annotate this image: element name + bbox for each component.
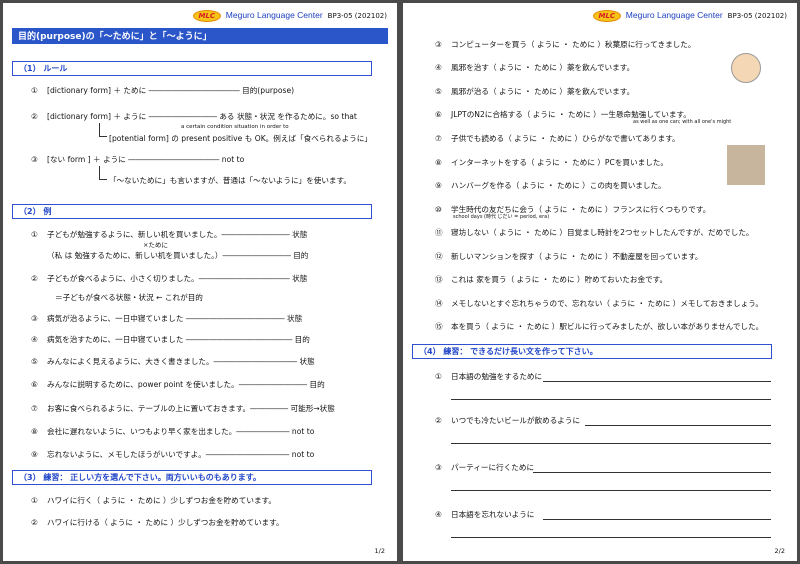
- practice-item: ⑬ これは 家を買う（ ように ・ ために ）貯めておいたお金です。: [435, 275, 668, 284]
- rule-2-note: [potential form] の present positive も OK…: [109, 134, 372, 143]
- rule-1: ① [dictionary form] ＋ ために ―――――――――――― 目的…: [31, 86, 295, 95]
- answer-line[interactable]: [451, 537, 771, 538]
- practice-item: ⑨ ハンバーグを作る（ ように ・ ために ）この肉を買いました。: [435, 181, 666, 190]
- document-code: BP3-05 (202102): [327, 11, 387, 20]
- answer-line[interactable]: [451, 443, 771, 444]
- example-1b: （私 は 勉強するために、新しい机を買いました。）――――――――― 目的: [47, 251, 309, 260]
- practice-item: ③ コンピューターを買う（ ように ・ ために ）秋葉原に行ってきました。: [435, 40, 696, 49]
- writing-4: ④ 日本語を忘れないように: [435, 510, 535, 519]
- rule-3-note: 「～ないために」も言いますが、普通は「～ないように」を使います。: [109, 176, 351, 185]
- page-2: MLC Meguro Language Center BP3-05 (20210…: [403, 3, 797, 561]
- answer-line[interactable]: [543, 519, 771, 520]
- example-7: ⑦ お客に食べられるように、テーブルの上に置いておきます。――――― 可能形→状態: [31, 404, 335, 413]
- gloss: as well as one can; with all one's might: [633, 119, 732, 125]
- rule-3: ③ [ない form ] ＋ ように ―――――――――――― not to: [31, 155, 245, 164]
- answer-line[interactable]: [585, 425, 771, 426]
- example-8: ⑧ 会社に遅れないように、いつもより早く家を出ました。――――――― not to: [31, 427, 315, 436]
- practice-1: ① ハワイに行く（ ように ・ ために ）少しずつお金を貯めています。: [31, 496, 276, 505]
- rule-2-gloss: a certain condition situation in order t…: [181, 124, 289, 130]
- answer-line[interactable]: [451, 490, 771, 491]
- answer-line[interactable]: [451, 399, 771, 400]
- answer-line[interactable]: [543, 381, 771, 382]
- section-writing: （4） 練習： できるだけ長い文を作って下さい。: [412, 344, 772, 359]
- arrow-line: [99, 123, 107, 137]
- gloss: school days (時代 じだい = period, era): [453, 214, 550, 220]
- example-1-mark: ×ために: [143, 241, 168, 249]
- section-practice: （3） 練習： 正しい方を選んで下さい。両方いいものもあります。: [12, 470, 372, 485]
- writing-2: ② いつでも冷たいビールが飲めるように: [435, 416, 581, 425]
- student-pc-image: [727, 145, 765, 185]
- section-rule: （1） ルール: [12, 61, 372, 76]
- sick-person-image: [731, 53, 761, 83]
- mlc-logo: MLC: [192, 10, 221, 22]
- page-1: MLC Meguro Language Center BP3-05 (20210…: [3, 3, 397, 561]
- example-2: ② 子どもが食べるように、小さく切りました。―――――――――――― 状態: [31, 274, 308, 283]
- example-2-note: ＝子どもが食べる状態・状況 ← これが目的: [55, 293, 203, 302]
- section-examples: （2） 例: [12, 204, 372, 219]
- document-code: BP3-05 (202102): [727, 11, 787, 20]
- rule-2: ② [dictionary form] ＋ ように ――――――――― ある 状態…: [31, 112, 357, 121]
- example-1: ① 子どもが勉強するように、新しい机を買いました。――――――――― 状態: [31, 230, 308, 239]
- practice-item: ④ 風邪を治す（ ように ・ ために ）薬を飲んでいます。: [435, 63, 635, 72]
- practice-2: ② ハワイに行ける（ ように ・ ために ）少しずつお金を貯めています。: [31, 518, 284, 527]
- mlc-logo: MLC: [592, 10, 621, 22]
- practice-item: ⑦ 子供でも読める（ ように ・ ために ）ひらがなで書いてあります。: [435, 134, 680, 143]
- practice-item: ⑧ インターネットをする（ ように ・ ために ）PCを買いました。: [435, 158, 668, 167]
- school-name: Meguro Language Center: [625, 10, 723, 21]
- page-title: 目的(purpose)の「～ために」と「～ように」: [12, 28, 388, 44]
- header: MLC Meguro Language Center BP3-05 (20210…: [192, 9, 387, 23]
- page-number: 2/2: [774, 546, 785, 555]
- writing-3: ③ パーティーに行くために: [435, 463, 535, 472]
- example-4: ④ 病気を治すために、一日中寝ていました ―――――――――――――― 目的: [31, 335, 310, 344]
- answer-line[interactable]: [533, 472, 771, 473]
- page-number: 1/2: [374, 546, 385, 555]
- practice-item: ⑫ 新しいマンションを探す（ ように ・ ために ）不動産屋を回っています。: [435, 252, 703, 261]
- practice-item: ⑮ 本を買う（ ように ・ ために ）駅ビルに行ってみましたが、欲しい本がありませ…: [435, 322, 764, 331]
- example-6: ⑥ みんなに説明するために、power point を使いました。――――――――…: [31, 380, 325, 389]
- practice-item: ⑭ メモしないとすぐ忘れちゃうので、忘れない（ ように ・ ために ）メモしておき…: [435, 299, 763, 308]
- example-5: ⑤ みんなによく見えるように、大きく書きました。――――――――――― 状態: [31, 357, 315, 366]
- example-3: ③ 病気が治るように、一日中寝ていました ――――――――――――― 状態: [31, 314, 303, 323]
- practice-item: ⑪ 寝坊しない（ ように ・ ために ）目覚まし時計を2つセットしたんですが、だめ…: [435, 228, 754, 237]
- header: MLC Meguro Language Center BP3-05 (20210…: [592, 9, 787, 23]
- practice-item: ⑤ 風邪が治る（ ように ・ ために ）薬を飲んでいます。: [435, 87, 635, 96]
- school-name: Meguro Language Center: [225, 10, 323, 21]
- example-9: ⑨ 忘れないように、メモしたほうがいいですよ。――――――――――― not to: [31, 450, 315, 459]
- arrow-line: [99, 166, 107, 180]
- writing-1: ① 日本語の勉強をするために: [435, 372, 543, 381]
